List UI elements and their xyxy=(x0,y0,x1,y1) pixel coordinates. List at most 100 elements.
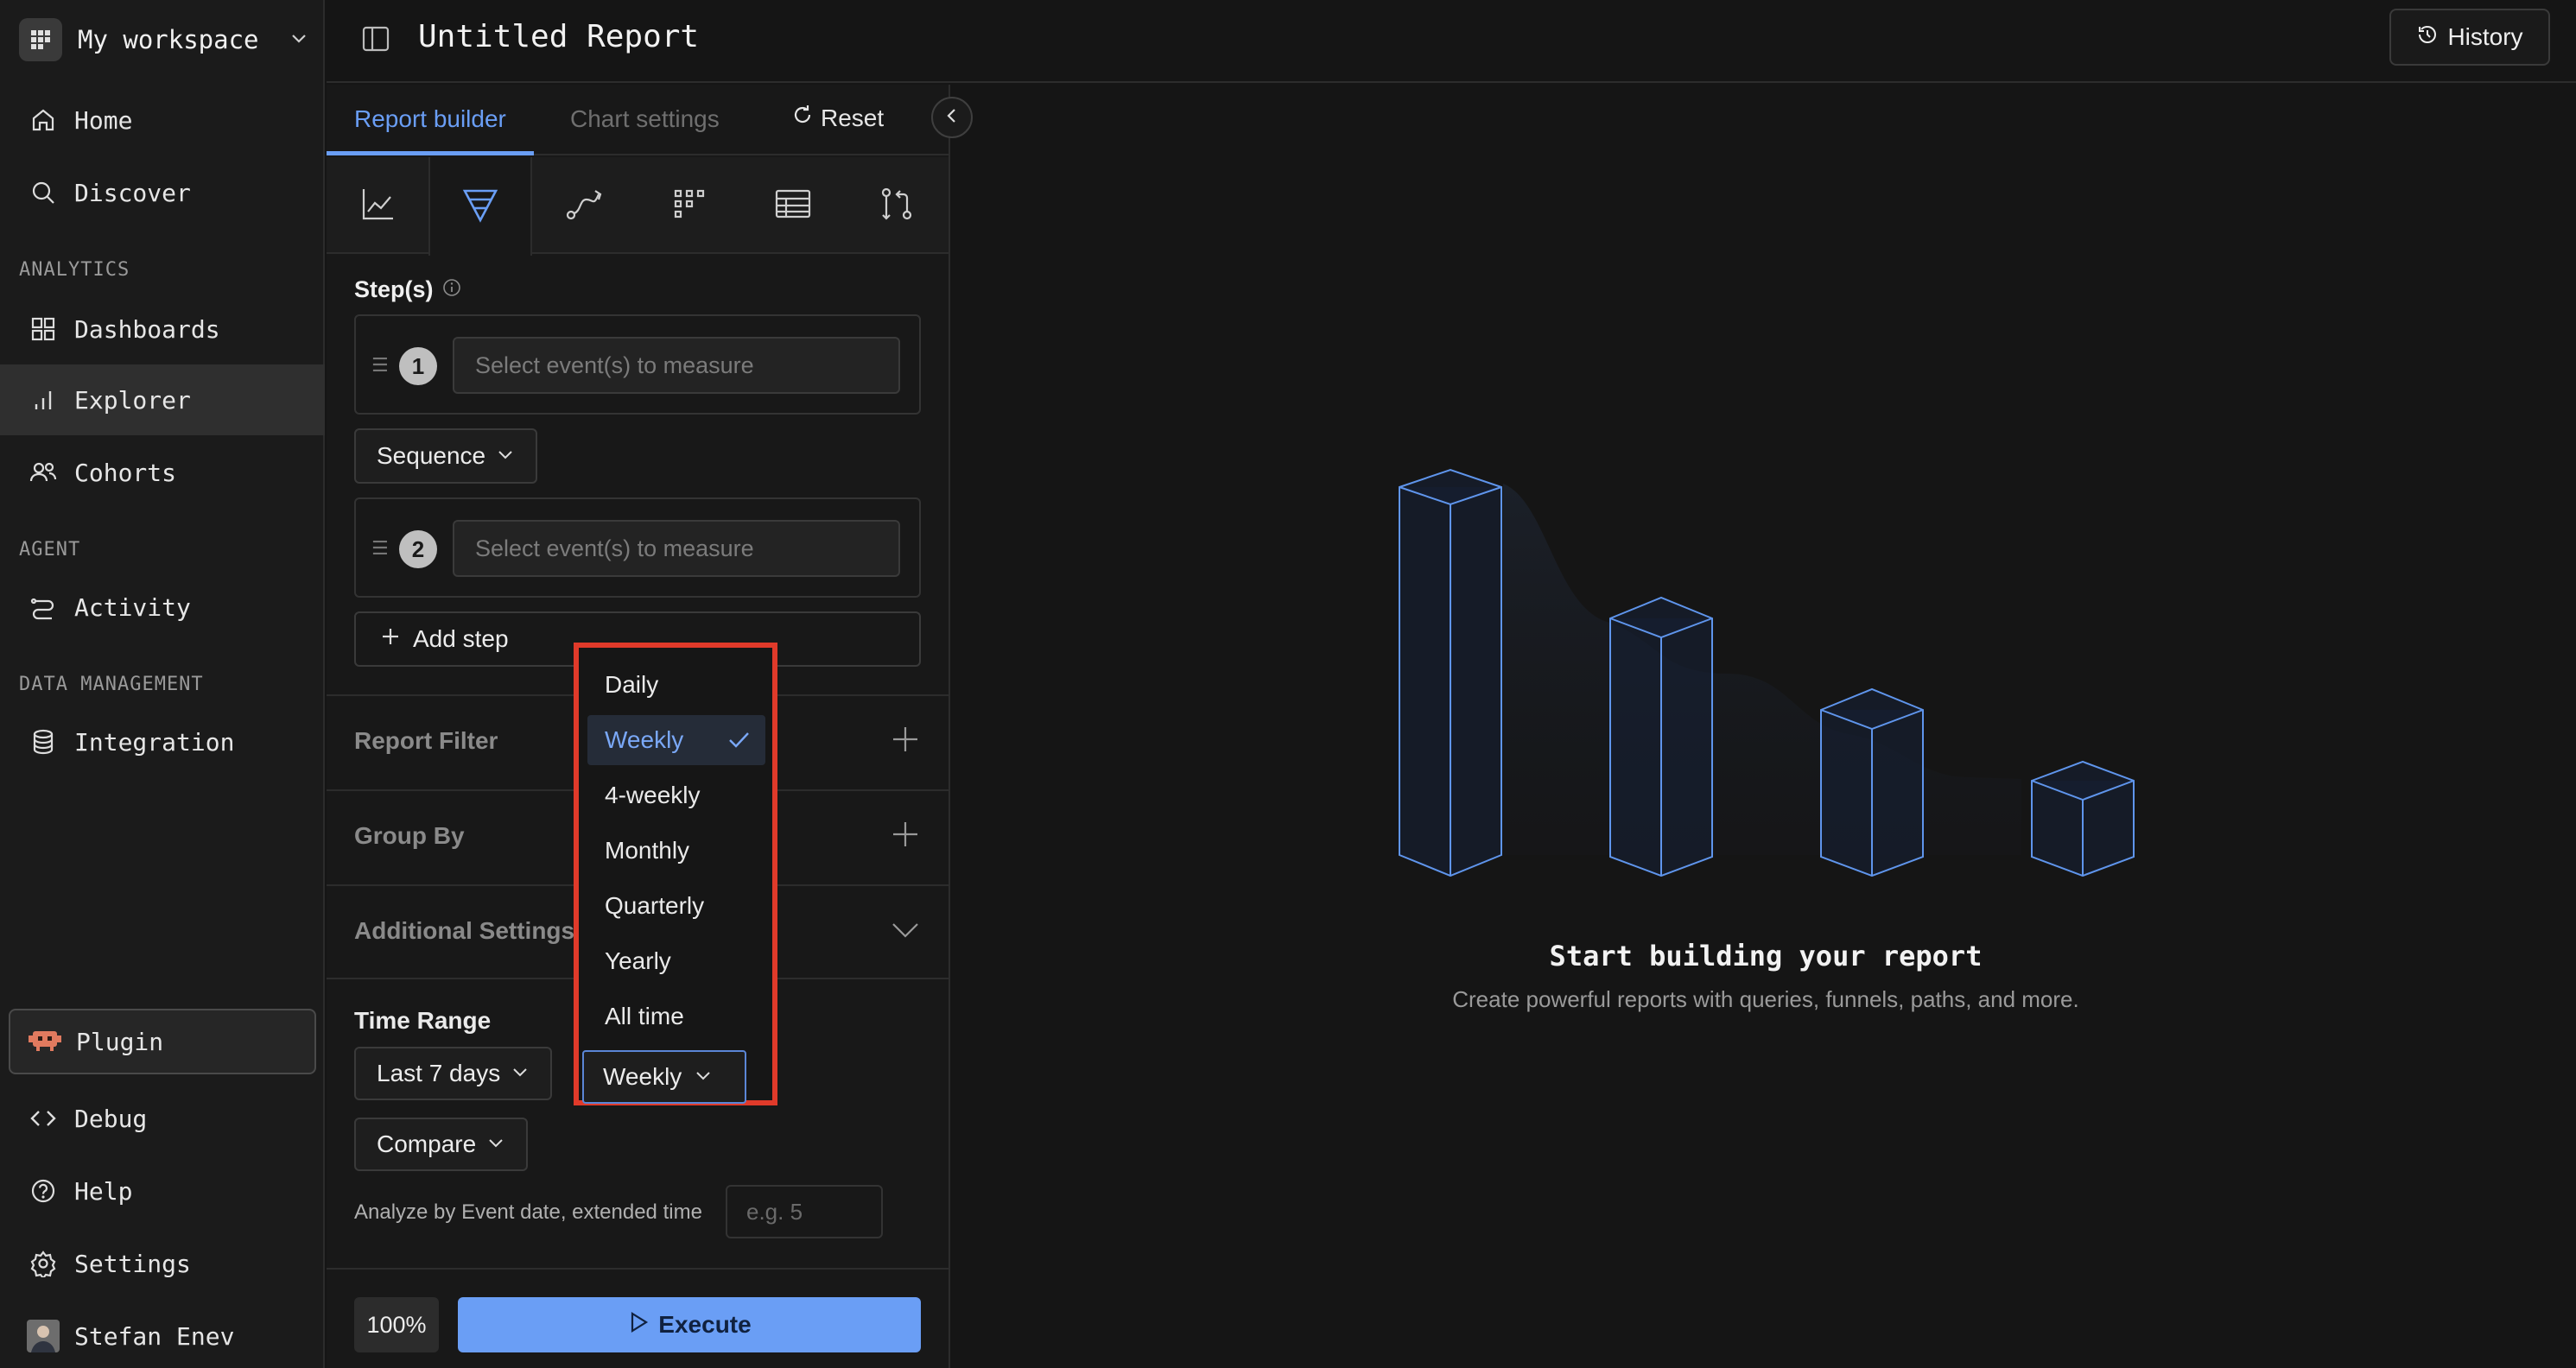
nav-user[interactable]: Stefan Enev xyxy=(0,1301,325,1368)
extended-time-input[interactable]: e.g. 5 xyxy=(726,1185,883,1238)
section-analytics: ANALYTICS xyxy=(19,259,130,281)
plus-icon xyxy=(380,625,401,653)
nav-debug[interactable]: Debug xyxy=(0,1083,325,1154)
report-title[interactable]: Untitled Report xyxy=(418,19,699,54)
empty-state-title: Start building your report xyxy=(1549,940,1983,972)
report-type-retention[interactable] xyxy=(638,157,741,254)
tab-report-builder[interactable]: Report builder xyxy=(327,105,534,155)
execute-button[interactable]: Execute xyxy=(458,1297,921,1352)
info-icon[interactable] xyxy=(442,276,461,303)
section-data-management: DATA MANAGEMENT xyxy=(19,674,204,695)
drag-handle-icon[interactable]: ☰ xyxy=(371,537,389,560)
add-step-label: Add step xyxy=(413,625,509,652)
workspace-name: My workspace xyxy=(78,25,259,54)
report-type-bar xyxy=(327,157,949,256)
avatar xyxy=(26,1319,60,1353)
time-range-label: Time Range xyxy=(354,1007,492,1034)
table-icon xyxy=(774,187,812,225)
chevron-down-icon xyxy=(289,28,309,53)
nav-cohorts[interactable]: Cohorts xyxy=(0,437,325,508)
nav-home-label: Home xyxy=(74,105,133,135)
interval-option-yearly[interactable]: Yearly xyxy=(587,936,765,986)
interval-option-quarterly[interactable]: Quarterly xyxy=(587,881,765,931)
report-type-table[interactable] xyxy=(741,157,845,254)
user-name: Stefan Enev xyxy=(74,1321,235,1351)
empty-state-subtitle: Create powerful reports with queries, fu… xyxy=(1452,986,2079,1012)
history-icon xyxy=(2416,23,2439,52)
chevron-down-icon xyxy=(486,1130,505,1158)
time-range-dropdown[interactable]: Last 7 days xyxy=(354,1047,553,1100)
nav-help[interactable]: Help xyxy=(0,1156,325,1226)
reset-label: Reset xyxy=(821,104,885,131)
compare-dropdown[interactable]: Compare xyxy=(354,1118,529,1171)
tab-chart-settings[interactable]: Chart settings xyxy=(570,105,720,133)
chevron-down-icon xyxy=(511,1060,530,1087)
activity-icon xyxy=(26,590,60,624)
bar-chart-icon xyxy=(26,383,60,417)
plus-icon[interactable] xyxy=(888,817,923,856)
nav-discover-label: Discover xyxy=(74,178,191,207)
group-by-label: Group By xyxy=(354,822,465,849)
step-2: ☰ 2 Select event(s) to measure xyxy=(354,497,921,598)
nav-integration[interactable]: Integration xyxy=(0,706,325,777)
interval-option-weekly[interactable]: Weekly xyxy=(587,715,765,765)
interval-option-monthly[interactable]: Monthly xyxy=(587,826,765,876)
git-compare-icon xyxy=(879,186,915,226)
nav-activity-label: Activity xyxy=(74,592,191,622)
interval-dropdown[interactable]: Weekly xyxy=(582,1050,746,1104)
step-2-event-input[interactable]: Select event(s) to measure xyxy=(453,520,900,577)
report-type-funnels[interactable] xyxy=(428,157,532,256)
nav-integration-label: Integration xyxy=(74,727,235,757)
interval-dropdown-menu: Daily Weekly 4-weekly Monthly Quarterly … xyxy=(574,643,777,1105)
interval-option-all-time[interactable]: All time xyxy=(587,991,765,1042)
zoom-button[interactable]: 100% xyxy=(354,1297,439,1352)
chevron-down-icon[interactable] xyxy=(888,912,923,951)
nav-dashboards[interactable]: Dashboards xyxy=(0,294,325,364)
sequence-dropdown[interactable]: Sequence xyxy=(354,428,538,484)
time-range-value: Last 7 days xyxy=(377,1060,501,1086)
history-label: History xyxy=(2447,23,2523,50)
builder-tabs: Report builder Chart settings Reset xyxy=(327,85,973,155)
step-1-event-input[interactable]: Select event(s) to measure xyxy=(453,337,900,394)
sequence-label: Sequence xyxy=(377,442,486,469)
funnel-icon xyxy=(461,186,499,228)
plugin-button[interactable]: Plugin xyxy=(9,1009,316,1074)
chevron-left-icon xyxy=(943,107,961,129)
nav-settings-label: Settings xyxy=(74,1249,191,1278)
nav-help-label: Help xyxy=(74,1176,133,1206)
collapse-panel-button[interactable] xyxy=(931,97,973,138)
report-type-flows[interactable] xyxy=(534,157,638,254)
workspace-switcher[interactable]: My workspace xyxy=(19,17,309,62)
database-icon xyxy=(26,725,60,759)
code-icon xyxy=(26,1101,60,1136)
interval-option-weekly-label: Weekly xyxy=(605,726,684,753)
refresh-icon xyxy=(791,104,814,132)
nav-settings[interactable]: Settings xyxy=(0,1228,325,1299)
nav-explorer[interactable]: Explorer xyxy=(0,364,325,435)
home-icon xyxy=(26,103,60,137)
nav-home[interactable]: Home xyxy=(0,85,325,155)
analyze-by-text: Analyze by Event date, extended time xyxy=(354,1200,702,1224)
report-type-insights[interactable] xyxy=(327,157,430,254)
steps-label-text: Step(s) xyxy=(354,276,434,302)
line-chart-icon xyxy=(360,186,397,226)
history-button[interactable]: History xyxy=(2389,9,2550,66)
nav-activity[interactable]: Activity xyxy=(0,572,325,643)
nav-cohorts-label: Cohorts xyxy=(74,458,177,487)
gear-icon xyxy=(26,1246,60,1281)
report-type-compare[interactable] xyxy=(845,157,949,254)
check-icon xyxy=(726,727,752,759)
section-agent: AGENT xyxy=(19,539,81,560)
step-number: 2 xyxy=(399,530,437,568)
drag-handle-icon[interactable]: ☰ xyxy=(371,354,389,377)
sidebar-toggle-icon[interactable] xyxy=(361,24,390,58)
reset-button[interactable]: Reset xyxy=(791,104,884,132)
dashboard-icon xyxy=(26,312,60,346)
interval-option-4-weekly[interactable]: 4-weekly xyxy=(587,770,765,820)
plus-icon[interactable] xyxy=(888,722,923,761)
interval-option-daily[interactable]: Daily xyxy=(587,660,765,710)
nav-explorer-label: Explorer xyxy=(74,385,191,415)
compare-label: Compare xyxy=(377,1130,477,1157)
play-icon xyxy=(627,1311,650,1340)
nav-discover[interactable]: Discover xyxy=(0,157,325,228)
